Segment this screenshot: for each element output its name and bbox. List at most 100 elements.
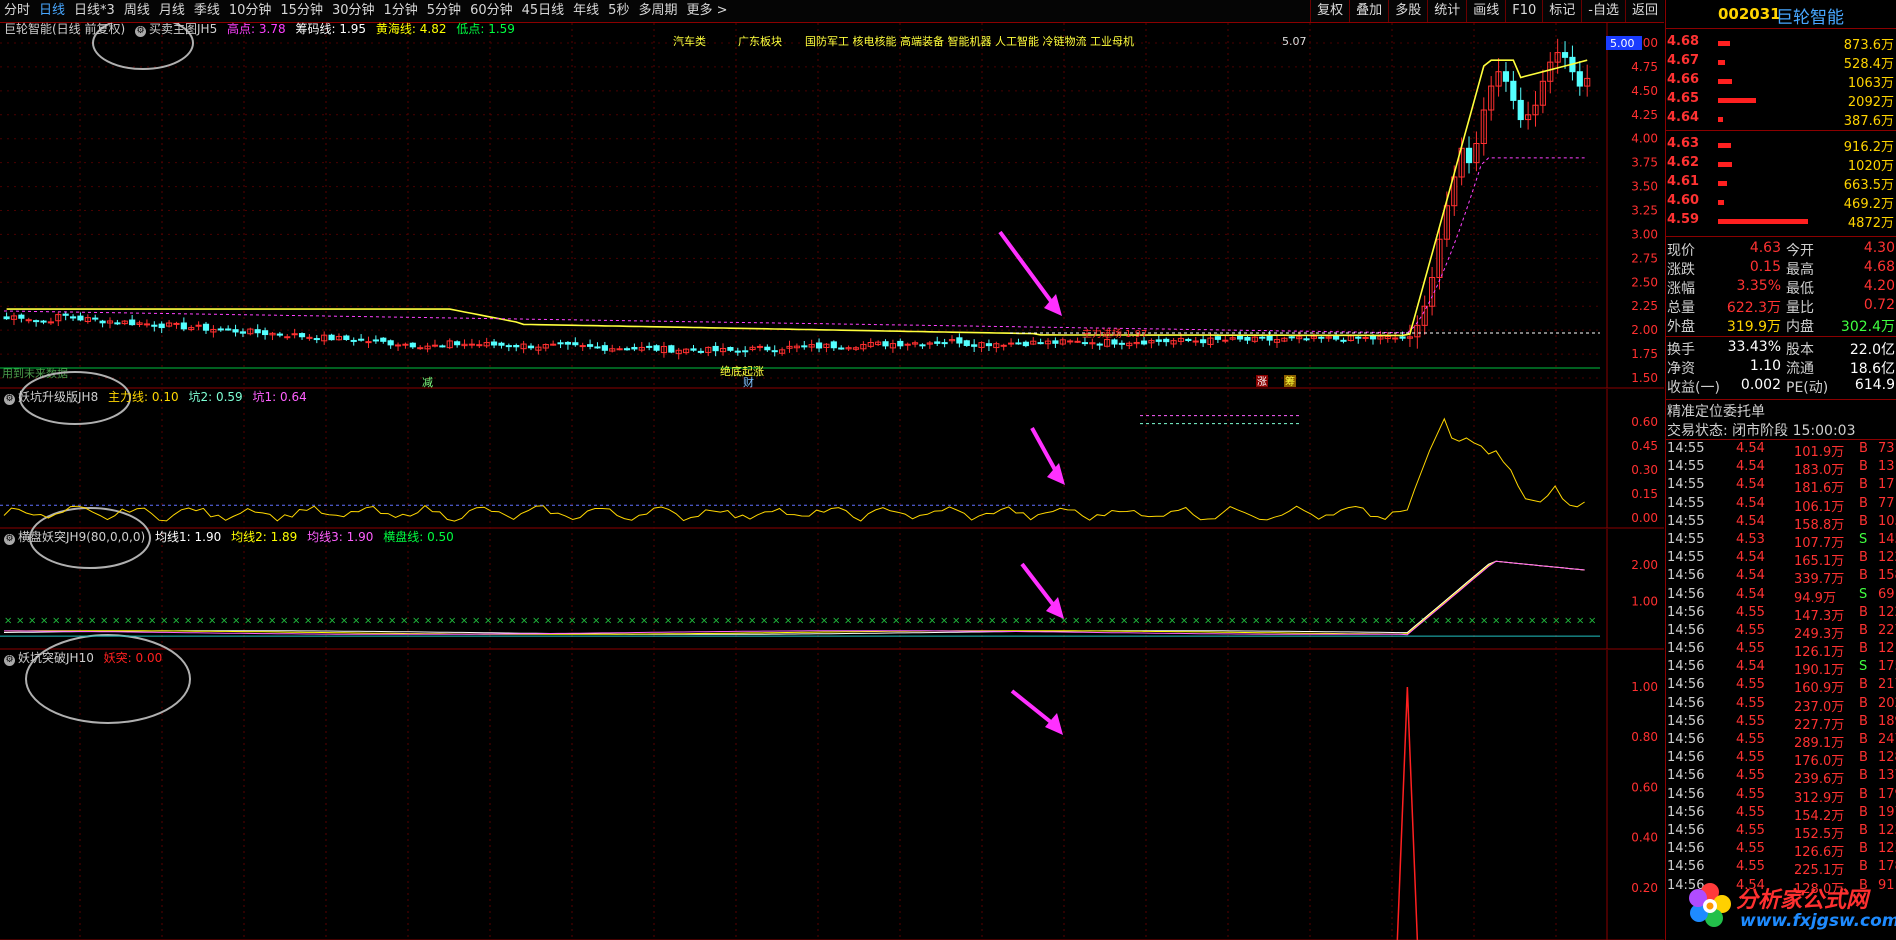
settings-icon[interactable]: ⚙ (4, 534, 15, 545)
book-volume-bar (1718, 98, 1756, 103)
svg-text:×: × (352, 616, 360, 627)
book-row[interactable]: 4.67 528.4万 (1666, 53, 1896, 72)
period-tab[interactable]: 多周期 (638, 2, 677, 20)
book-row[interactable]: 4.63 916.2万 (1666, 136, 1896, 155)
pane4-header: ⚙ 妖坑突破JH10 妖突: 0.00 (4, 649, 168, 666)
settings-icon[interactable]: ⚙ (4, 655, 15, 666)
y-tick-label: 2.00 (1631, 323, 1658, 337)
candle-body (1214, 336, 1221, 340)
settings-icon[interactable]: ⚙ (135, 26, 147, 37)
kline-chart[interactable]: 5.00 4.75 4.50 4.25 4.00 3.75 3.50 3.25 3.00 2.75… (0, 23, 1664, 940)
book-row[interactable]: 4.62 1020万 (1666, 155, 1896, 174)
candle-body (1259, 336, 1266, 339)
stock-code: 002031 (1718, 5, 1781, 23)
period-tab[interactable]: 15分钟 (280, 2, 323, 20)
indicator-name[interactable]: 妖坑升级版JH8 (18, 390, 98, 404)
stat-value: 33.43% (1727, 339, 1781, 355)
tick-price: 4.54 (1736, 441, 1765, 456)
indicator-name[interactable]: 妖坑突破JH10 (18, 651, 94, 665)
period-tab[interactable]: 30分钟 (332, 2, 375, 20)
candle-body (365, 341, 372, 344)
candle-body (1192, 340, 1199, 343)
stat-row: 涨跌 0.15 最高 4.68 (1666, 259, 1896, 278)
tool-button[interactable]: F10 (1505, 0, 1542, 22)
tool-button[interactable]: 复权 (1310, 0, 1349, 22)
period-tab[interactable]: 45日线 (522, 2, 565, 20)
book-row[interactable]: 4.60 469.2万 (1666, 193, 1896, 212)
tool-button[interactable]: 画线 (1466, 0, 1505, 22)
candle-body (40, 320, 47, 323)
period-tab[interactable]: 季线 (194, 2, 220, 20)
tick-count: 77 (1878, 495, 1895, 511)
indicator-name[interactable]: 横盘妖突JH9(80,0,0,0) (18, 530, 145, 544)
tick-amount: 126.1万 (1794, 645, 1845, 661)
candle-body (1465, 147, 1473, 164)
svg-text:×: × (256, 616, 264, 627)
period-tab[interactable]: 分时 (4, 2, 30, 20)
divider (1666, 439, 1896, 440)
period-tab[interactable]: 5秒 (608, 2, 629, 20)
book-row[interactable]: 4.66 1063万 (1666, 72, 1896, 91)
period-tab[interactable]: 日线 (39, 2, 65, 20)
book-row[interactable]: 4.61 663.5万 (1666, 174, 1896, 193)
svg-text:×: × (436, 616, 444, 627)
tool-button[interactable]: 统计 (1427, 0, 1466, 22)
period-tab[interactable]: 周线 (124, 2, 150, 20)
period-tab[interactable]: 60分钟 (470, 2, 513, 20)
period-tab[interactable]: 日线*3 (74, 2, 115, 20)
candle-body (668, 345, 675, 353)
stat-label: 内盘 (1786, 319, 1814, 335)
book-row[interactable]: 4.65 2092万 (1666, 91, 1896, 110)
candle-body (1576, 71, 1583, 87)
tick-list[interactable]: 14:554.54101.9万B7314:554.54183.0万B13114:… (1666, 441, 1896, 897)
svg-text:×: × (856, 616, 864, 627)
book-row[interactable]: 4.59 4872万 (1666, 212, 1896, 231)
entrust-title[interactable]: 精准定位委托单 (1667, 401, 1765, 421)
candle-body (1074, 340, 1081, 343)
candle-body (18, 314, 25, 319)
tick-side: B (1859, 859, 1868, 875)
y-tick-label: 1.75 (1631, 347, 1658, 361)
book-row[interactable]: 4.68 873.6万 (1666, 34, 1896, 53)
tool-button[interactable]: 标记 (1542, 0, 1581, 22)
book-volume-bar (1718, 181, 1727, 186)
y-tick-label: 0.00 (1631, 511, 1658, 525)
tick-price: 4.55 (1736, 732, 1765, 747)
svg-text:×: × (304, 616, 312, 627)
chart-area[interactable]: 5.00 4.75 4.50 4.25 4.00 3.75 3.50 3.25 3.00 2.75… (0, 22, 1664, 940)
tick-price: 4.54 (1736, 477, 1765, 493)
tool-button[interactable]: 返回 (1624, 0, 1664, 22)
tick-side: B (1859, 677, 1868, 693)
svg-text:×: × (1564, 616, 1572, 627)
book-row[interactable]: 4.64 387.6万 (1666, 110, 1896, 129)
indicator-name[interactable]: 买卖主图JH5 (149, 22, 217, 36)
tool-button[interactable]: 多股 (1388, 0, 1427, 22)
settings-icon[interactable]: ⚙ (4, 394, 15, 405)
buy-signal: 主力进场 1.97 (1082, 327, 1147, 340)
tool-button[interactable]: 叠加 (1349, 0, 1388, 22)
period-tab[interactable]: 更多 > (686, 2, 727, 20)
candle-body (1222, 339, 1229, 342)
svg-text:×: × (772, 616, 780, 627)
svg-text:×: × (172, 616, 180, 627)
period-tab[interactable]: 年线 (573, 2, 599, 20)
period-tab[interactable]: 月线 (159, 2, 185, 20)
svg-text:×: × (1504, 616, 1512, 627)
svg-text:×: × (112, 616, 120, 627)
book-price: 4.59 (1667, 212, 1700, 227)
param-didian: 低点: 1.59 (456, 22, 515, 36)
svg-text:×: × (1072, 616, 1080, 627)
logo-text: 分析家公式网 (1736, 888, 1869, 913)
tool-button[interactable]: -自选 (1581, 0, 1625, 22)
svg-text:×: × (1228, 616, 1236, 627)
svg-text:×: × (880, 616, 888, 627)
period-tab[interactable]: 10分钟 (229, 2, 272, 20)
candle-body (1510, 80, 1517, 101)
candle-body (919, 344, 926, 347)
tick-count: 131 (1878, 459, 1896, 475)
tick-count: 158 (1878, 568, 1896, 584)
period-tab[interactable]: 5分钟 (427, 2, 461, 20)
tick-amount: 249.3万 (1794, 626, 1845, 642)
period-tab[interactable]: 1分钟 (384, 2, 418, 20)
y-tick-label: 3.00 (1631, 227, 1658, 241)
